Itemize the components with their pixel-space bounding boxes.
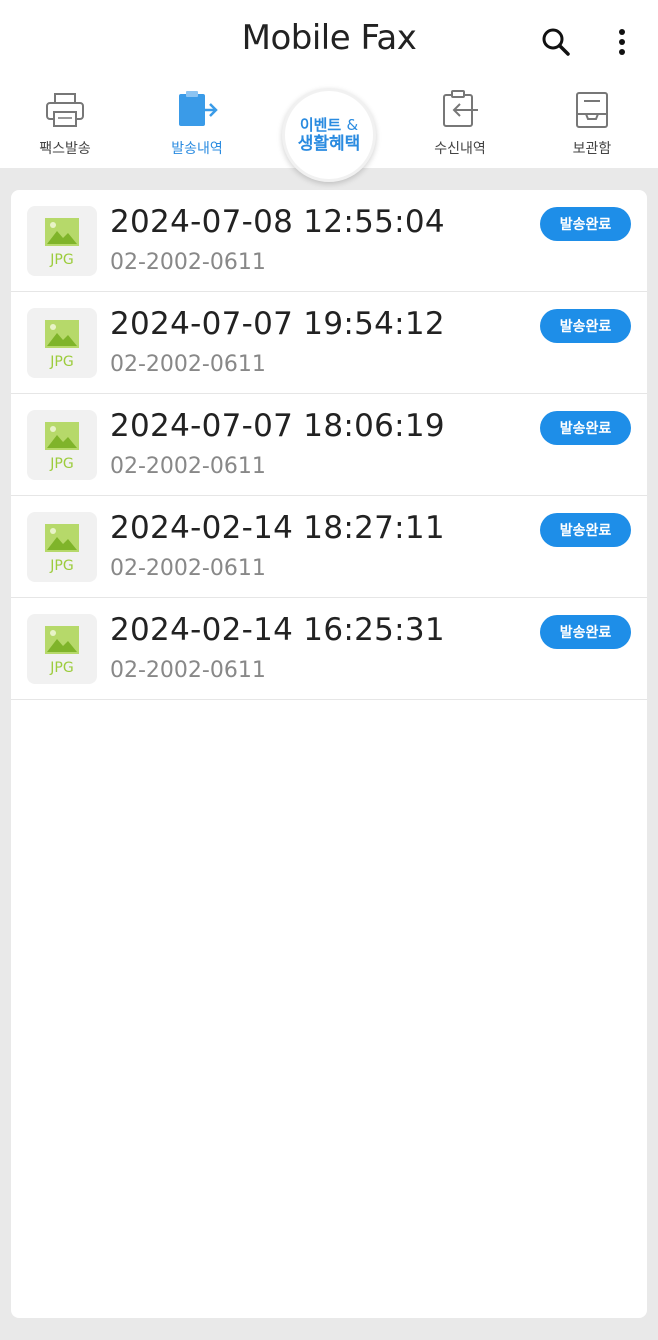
received-history-icon bbox=[443, 90, 478, 127]
sent-history-icon bbox=[179, 91, 218, 126]
tab-received-history-label: 수신내역 bbox=[434, 141, 486, 157]
search-button[interactable] bbox=[534, 20, 578, 64]
fax-number: 02-2002-0611 bbox=[110, 658, 266, 683]
file-type-label: JPG bbox=[50, 456, 74, 472]
sent-datetime: 2024-02-14 16:25:31 bbox=[110, 612, 445, 648]
image-file-icon bbox=[45, 218, 79, 246]
event-badge-line1: 이벤트 & bbox=[299, 115, 359, 134]
list-item[interactable]: JPG 2024-02-14 18:27:11 02-2002-0611 발송완… bbox=[11, 496, 647, 598]
list-item[interactable]: JPG 2024-07-07 19:54:12 02-2002-0611 발송완… bbox=[11, 292, 647, 394]
event-benefits-button[interactable]: 이벤트 & 생활혜택 bbox=[282, 88, 376, 182]
status-badge: 발송완료 bbox=[540, 411, 631, 445]
tab-archive-label: 보관함 bbox=[572, 141, 612, 157]
file-type-label: JPG bbox=[50, 354, 74, 370]
fax-number: 02-2002-0611 bbox=[110, 556, 266, 581]
file-type-label: JPG bbox=[50, 660, 74, 676]
list-item[interactable]: JPG 2024-07-07 18:06:19 02-2002-0611 발송완… bbox=[11, 394, 647, 496]
file-thumbnail: JPG bbox=[27, 614, 97, 684]
tab-fax-send[interactable]: 팩스발송 bbox=[10, 84, 120, 168]
event-badge-line2: 생활혜택 bbox=[297, 133, 361, 154]
file-thumbnail: JPG bbox=[27, 308, 97, 378]
image-file-icon bbox=[45, 320, 79, 348]
status-badge: 발송완료 bbox=[540, 615, 631, 649]
fax-number: 02-2002-0611 bbox=[110, 352, 266, 377]
sent-datetime: 2024-07-07 18:06:19 bbox=[110, 408, 445, 444]
image-file-icon bbox=[45, 422, 79, 450]
sent-datetime: 2024-02-14 18:27:11 bbox=[110, 510, 445, 546]
sent-datetime: 2024-07-07 19:54:12 bbox=[110, 306, 445, 342]
more-options-button[interactable] bbox=[600, 20, 644, 64]
file-thumbnail: JPG bbox=[27, 410, 97, 480]
image-file-icon bbox=[45, 626, 79, 654]
file-type-label: JPG bbox=[50, 558, 74, 574]
tab-fax-send-label: 팩스발송 bbox=[39, 141, 91, 157]
tab-sent-history-label: 발송내역 bbox=[171, 141, 223, 157]
status-badge: 발송완료 bbox=[540, 513, 631, 547]
file-thumbnail: JPG bbox=[27, 512, 97, 582]
sent-datetime: 2024-07-08 12:55:04 bbox=[110, 204, 445, 240]
printer-icon bbox=[46, 93, 84, 127]
fax-number: 02-2002-0611 bbox=[110, 250, 266, 275]
list-item[interactable]: JPG 2024-07-08 12:55:04 02-2002-0611 발송완… bbox=[11, 190, 647, 292]
status-badge: 발송완료 bbox=[540, 207, 631, 241]
more-vertical-icon bbox=[619, 29, 625, 55]
archive-box-icon bbox=[576, 92, 608, 128]
tab-archive[interactable]: 보관함 bbox=[537, 84, 647, 168]
tab-received-history[interactable]: 수신내역 bbox=[405, 84, 515, 168]
search-icon bbox=[542, 28, 570, 56]
file-thumbnail: JPG bbox=[27, 206, 97, 276]
tab-sent-history[interactable]: 발송내역 bbox=[142, 84, 252, 168]
status-badge: 발송완료 bbox=[540, 309, 631, 343]
sent-history-list: JPG 2024-07-08 12:55:04 02-2002-0611 발송완… bbox=[11, 190, 647, 1318]
fax-number: 02-2002-0611 bbox=[110, 454, 266, 479]
file-type-label: JPG bbox=[50, 252, 74, 268]
image-file-icon bbox=[45, 524, 79, 552]
list-item[interactable]: JPG 2024-02-14 16:25:31 02-2002-0611 발송완… bbox=[11, 598, 647, 700]
